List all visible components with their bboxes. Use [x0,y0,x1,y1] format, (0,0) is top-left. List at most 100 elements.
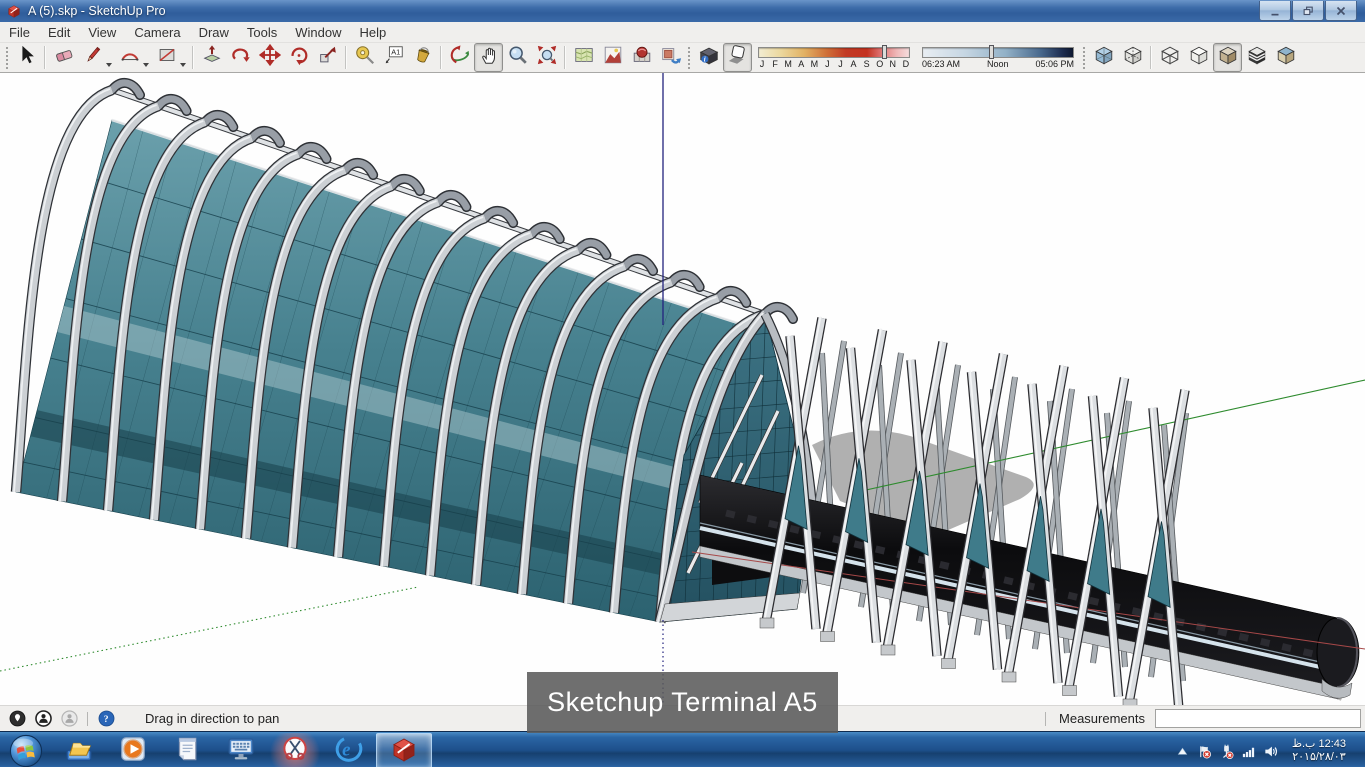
text-icon: A1 [383,44,405,71]
toolbar: A1 i J F M A M J J A S O N D 06:23 AM Noon 05:06 PM [0,43,1365,73]
x-ray-tool[interactable] [1089,43,1118,72]
line-tool[interactable] [78,43,107,72]
notepad-icon [172,734,202,767]
sketchup-taskbar-button[interactable] [376,733,432,767]
date-slider-track[interactable] [758,44,910,59]
media-player-taskbar-button[interactable] [106,733,160,767]
line-dropdown-arrow[interactable] [106,62,112,67]
share-model-tool[interactable] [656,43,685,72]
back-edges-tool[interactable] [1118,43,1147,72]
shaded-with-textures-tool[interactable] [1242,43,1271,72]
shadow-date-slider[interactable]: JFMAMJJASOND [758,44,910,69]
menu-tools[interactable]: Tools [238,24,286,41]
sketchup-logo-icon [6,3,22,19]
arc-tool[interactable] [115,43,144,72]
rotate-tool[interactable] [284,43,313,72]
internet-explorer-taskbar-button[interactable]: e [322,733,376,767]
pan-tool[interactable] [474,43,503,72]
show-hidden-icons-icon[interactable] [1172,740,1194,762]
month-labels: JFMAMJJASOND [759,58,910,69]
power-status-icon[interactable] [1216,740,1238,762]
menu-file[interactable]: File [0,24,39,41]
clock-date: ۲۰۱۵/۲۸/۰۳ [1292,751,1346,763]
measurements-input[interactable] [1155,709,1361,728]
shaded-icon [1217,44,1239,71]
time-slider-track[interactable] [922,44,1074,59]
time-labels: 06:23 AM Noon 05:06 PM [922,59,1074,69]
status-separator [87,711,88,726]
select-tool[interactable] [12,43,41,72]
shadow-time-slider[interactable]: 06:23 AM Noon 05:06 PM [922,44,1074,69]
scale-tool[interactable] [313,43,342,72]
toolbar-grip [5,45,10,70]
toolbar-grip [1082,45,1087,70]
help-button[interactable]: ? [95,708,117,730]
taskbar-clock[interactable]: 12:43 ب.ظ ۲۰۱۵/۲۸/۰۳ [1292,738,1346,764]
rectangle-dropdown-arrow[interactable] [180,62,186,67]
eraser-tool[interactable] [49,43,78,72]
photo-textures-icon [631,44,653,71]
volume-icon[interactable] [1260,740,1282,762]
add-location-tool[interactable] [569,43,598,72]
svg-text:?: ? [103,715,108,725]
network-status-icon[interactable] [1238,740,1260,762]
photo-textures-tool[interactable] [627,43,656,72]
x-ray-icon [1093,44,1115,71]
text-tool[interactable]: A1 [379,43,408,72]
arc-icon [119,44,141,71]
credits-button[interactable] [32,708,54,730]
menu-draw[interactable]: Draw [190,24,238,41]
close-button[interactable] [1325,1,1357,21]
share-model-icon [660,44,682,71]
zoom-extents-tool[interactable] [532,43,561,72]
svg-text:i: i [703,57,705,64]
push-pull-tool[interactable] [197,43,226,72]
menu-camera[interactable]: Camera [125,24,189,41]
time-start-label: 06:23 AM [922,58,961,69]
menu-help[interactable]: Help [351,24,396,41]
on-screen-keyboard-taskbar-button[interactable] [214,733,268,767]
orbit-tool[interactable] [445,43,474,72]
menu-window[interactable]: Window [286,24,350,41]
zoom-extents-icon [536,44,558,71]
sketchup-icon [389,734,419,767]
follow-me-tool[interactable] [226,43,255,72]
start-button[interactable] [0,732,52,767]
arc-dropdown-arrow[interactable] [143,62,149,67]
rectangle-tool[interactable] [152,43,181,72]
viewport-3d[interactable] [0,73,1365,705]
date-slider-thumb[interactable] [882,44,887,59]
shaded-tool[interactable] [1213,43,1242,72]
select-icon [16,44,38,71]
toolbar-separator [1150,46,1152,69]
geolocation-button[interactable] [6,708,28,730]
menu-edit[interactable]: Edit [39,24,79,41]
wireframe-tool[interactable] [1155,43,1184,72]
menu-view[interactable]: View [79,24,125,41]
tape-measure-tool[interactable] [350,43,379,72]
notepad-taskbar-button[interactable] [160,733,214,767]
snipping-tool-taskbar-button[interactable] [268,733,322,767]
add-location-icon [573,44,595,71]
sign-in-button[interactable] [58,708,80,730]
time-slider-thumb[interactable] [989,44,994,59]
scale-icon [317,44,339,71]
monochrome-tool[interactable] [1271,43,1300,72]
paint-bucket-tool[interactable] [408,43,437,72]
action-center-icon[interactable] [1194,740,1216,762]
windows-explorer-taskbar-button[interactable] [52,733,106,767]
zoom-tool[interactable] [503,43,532,72]
window-title: A (5).skp - SketchUp Pro [28,4,166,18]
shadow-toggle-tool[interactable] [723,43,752,72]
clock-time: 12:43 ب.ظ [1291,738,1346,750]
toggle-terrain-tool[interactable] [598,43,627,72]
media-player-icon [118,734,148,767]
hidden-line-tool[interactable] [1184,43,1213,72]
minimize-button[interactable] [1259,1,1291,21]
follow-me-icon [230,44,252,71]
push-pull-icon [201,44,223,71]
restore-button[interactable] [1292,1,1324,21]
move-tool[interactable] [255,43,284,72]
internet-explorer-icon: e [334,734,364,767]
shadow-settings-tool[interactable]: i [694,43,723,72]
